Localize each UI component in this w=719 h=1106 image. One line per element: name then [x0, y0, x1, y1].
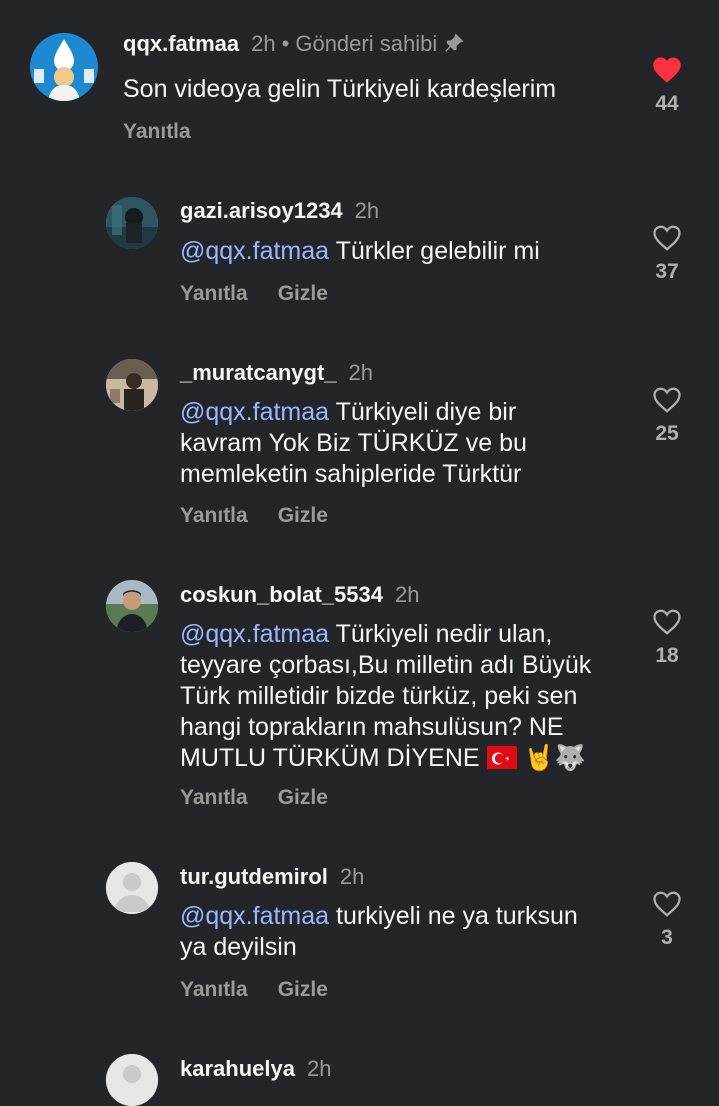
comment-meta: coskun_bolat_5534 2h: [180, 582, 419, 608]
pin-icon: [443, 32, 465, 54]
like-count: 3: [661, 926, 673, 949]
comment-body: Türkler gelebilir mi: [335, 237, 540, 265]
comment-actions: Yanıtla: [123, 120, 221, 144]
default-avatar-icon: [106, 862, 158, 914]
comment-meta: _muratcanygt_ 2h: [180, 360, 373, 386]
timestamp: 2h: [354, 198, 380, 223]
avatar[interactable]: [106, 1054, 158, 1106]
hide-button[interactable]: Gizle: [278, 504, 328, 527]
comment-meta: tur.gutdemirol 2h: [180, 864, 364, 890]
username[interactable]: gazi.arisoy1234: [180, 198, 343, 223]
like-control[interactable]: 3: [637, 890, 697, 950]
reply-button[interactable]: Yanıtla: [123, 120, 191, 143]
avatar[interactable]: [30, 33, 98, 101]
timestamp: 2h: [339, 864, 365, 889]
comment-text: @qqx.fatmaa turkiyeli ne ya turksun ya d…: [180, 901, 600, 963]
mention-link[interactable]: @qqx.fatmaa: [180, 620, 329, 648]
like-control[interactable]: 37: [637, 224, 697, 284]
separator-dot: •: [281, 31, 290, 56]
hide-button[interactable]: Gizle: [278, 786, 328, 809]
mention-link[interactable]: @qqx.fatmaa: [180, 237, 329, 265]
comment-actions: Yanıtla Gizle: [180, 282, 358, 306]
comment-meta: karahuelya 2h: [180, 1056, 331, 1082]
mention-link[interactable]: @qqx.fatmaa: [180, 398, 329, 426]
heart-filled-icon[interactable]: [652, 56, 682, 84]
like-control[interactable]: 18: [637, 608, 697, 668]
turkey-flag-icon: [486, 746, 517, 769]
username[interactable]: coskun_bolat_5534: [180, 582, 383, 607]
comment-text: @qqx.fatmaa Türkiyeli nedir ulan, teyyar…: [180, 619, 610, 774]
like-count: 37: [655, 260, 679, 283]
timestamp: 2h: [348, 360, 373, 385]
like-control[interactable]: 44: [637, 56, 697, 116]
default-avatar-icon: [106, 1054, 158, 1106]
avatar[interactable]: [106, 862, 158, 914]
mention-link[interactable]: @qqx.fatmaa: [180, 902, 329, 930]
comment-meta: qqx.fatmaa 2h • Gönderi sahibi: [123, 31, 465, 57]
avatar[interactable]: [106, 197, 158, 249]
timestamp: 2h: [251, 31, 276, 56]
heart-outline-icon[interactable]: [652, 224, 682, 252]
heart-outline-icon[interactable]: [652, 608, 682, 636]
heart-outline-icon[interactable]: [652, 386, 682, 414]
emoji-text: 🤘🐺: [523, 744, 586, 772]
reply-button[interactable]: Yanıtla: [180, 786, 248, 809]
comment-text: @qqx.fatmaa Türkiyeli diye bir kavram Yo…: [180, 397, 540, 490]
comment-text: Son videoya gelin Türkiyeli kardeşlerim: [123, 74, 623, 105]
heart-outline-icon[interactable]: [652, 890, 682, 918]
timestamp: 2h: [306, 1056, 332, 1081]
hide-button[interactable]: Gizle: [278, 978, 328, 1001]
like-count: 18: [655, 644, 679, 667]
avatar[interactable]: [106, 359, 158, 411]
comment-actions: Yanıtla Gizle: [180, 978, 358, 1002]
avatar-image: [30, 33, 98, 101]
owner-label: Gönderi sahibi: [295, 31, 438, 56]
comment-meta: gazi.arisoy1234 2h: [180, 198, 379, 224]
like-count: 44: [655, 92, 679, 115]
like-count: 25: [655, 422, 679, 445]
reply-button[interactable]: Yanıtla: [180, 282, 248, 305]
username[interactable]: qqx.fatmaa: [123, 31, 239, 56]
avatar-image: [106, 359, 158, 411]
hide-button[interactable]: Gizle: [278, 282, 328, 305]
comment-body: Son videoya gelin Türkiyeli kardeşlerim: [123, 75, 557, 103]
comment-text: @qqx.fatmaa Türkler gelebilir mi: [180, 236, 620, 267]
avatar-image: [106, 197, 158, 249]
username[interactable]: karahuelya: [180, 1056, 295, 1081]
comment-actions: Yanıtla Gizle: [180, 504, 358, 528]
username[interactable]: tur.gutdemirol: [180, 864, 328, 889]
reply-button[interactable]: Yanıtla: [180, 978, 248, 1001]
avatar-image: [106, 580, 158, 632]
reply-button[interactable]: Yanıtla: [180, 504, 248, 527]
like-control[interactable]: 25: [637, 386, 697, 446]
comment-actions: Yanıtla Gizle: [180, 786, 358, 810]
avatar[interactable]: [106, 580, 158, 632]
timestamp: 2h: [394, 582, 420, 607]
username[interactable]: _muratcanygt_: [180, 360, 337, 385]
